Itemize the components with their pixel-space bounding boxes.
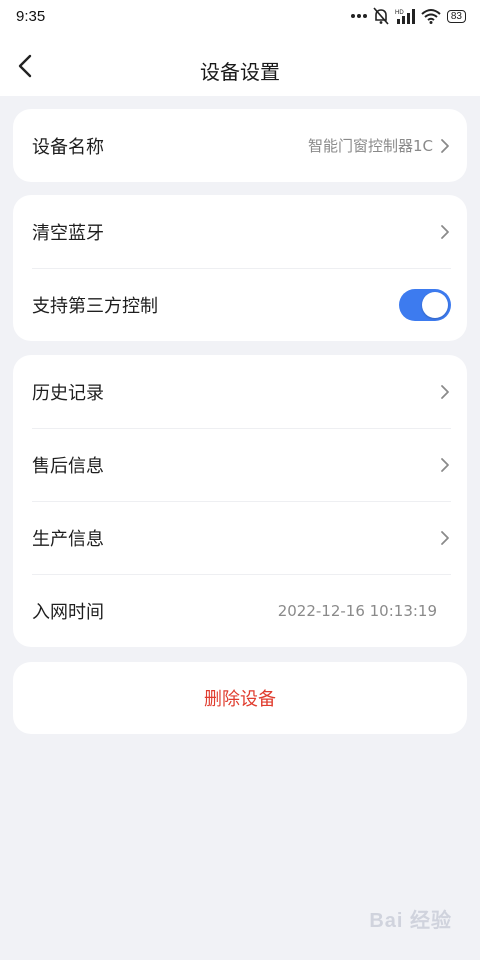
production-info-label: 生产信息 — [32, 528, 104, 550]
chevron-right-icon — [441, 224, 449, 239]
history-row[interactable]: 历史记录 — [13, 355, 467, 428]
production-info-row[interactable]: 生产信息 — [13, 501, 467, 574]
status-time: 9:35 — [16, 8, 46, 25]
status-icons: HD 83 — [350, 7, 466, 25]
watermark-logo: Bai 经验 — [369, 910, 452, 932]
signal-icon: HD — [395, 9, 415, 24]
hd-label: HD — [395, 10, 404, 16]
clear-bluetooth-row[interactable]: 清空蓝牙 — [13, 195, 467, 268]
after-sales-row[interactable]: 售后信息 — [13, 428, 467, 501]
mute-bell-icon — [373, 7, 389, 25]
after-sales-label: 售后信息 — [32, 455, 104, 477]
more-dots-icon — [350, 14, 367, 18]
third-party-control-label: 支持第三方控制 — [32, 295, 158, 317]
device-name-card: 设备名称 智能门窗控制器1C — [13, 109, 467, 182]
device-name-label: 设备名称 — [32, 136, 104, 158]
page-title: 设备设置 — [200, 60, 280, 84]
third-party-control-toggle[interactable] — [399, 288, 451, 321]
info-card: 历史记录 售后信息 生产信息 入网时间 2022-12-16 10:13:19 — [13, 355, 467, 647]
nav-bar: 设备设置 — [0, 36, 480, 96]
delete-device-button[interactable]: 删除设备 — [13, 662, 467, 734]
bluetooth-card: 清空蓝牙 支持第三方控制 — [13, 195, 467, 341]
network-time-value: 2022-12-16 10:13:19 — [277, 601, 437, 620]
network-time-label: 入网时间 — [32, 601, 104, 623]
network-time-row: 入网时间 2022-12-16 10:13:19 — [13, 574, 467, 647]
battery-indicator: 83 — [446, 9, 466, 23]
third-party-control-row: 支持第三方控制 — [13, 268, 467, 341]
chevron-right-icon — [441, 384, 449, 399]
toggle-knob — [422, 291, 448, 318]
chevron-right-icon — [441, 530, 449, 545]
history-label: 历史记录 — [32, 382, 104, 404]
chevron-right-icon — [441, 457, 449, 472]
wifi-icon — [421, 9, 441, 24]
status-bar: 9:35 HD 83 — [0, 0, 480, 36]
device-name-row[interactable]: 设备名称 智能门窗控制器1C — [13, 109, 467, 182]
device-name-value: 智能门窗控制器1C — [307, 137, 433, 155]
clear-bluetooth-label: 清空蓝牙 — [32, 222, 104, 244]
chevron-right-icon — [441, 138, 449, 153]
